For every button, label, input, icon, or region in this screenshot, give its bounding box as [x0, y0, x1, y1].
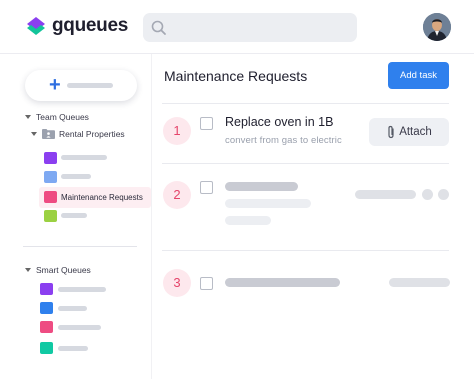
task-checkbox[interactable] — [200, 277, 213, 290]
paperclip-icon — [388, 125, 394, 139]
row-divider — [162, 103, 449, 104]
task-meta-placeholder — [389, 278, 450, 287]
task-number-badge: 3 — [163, 269, 191, 297]
smart-queue-color-swatch[interactable] — [40, 342, 53, 354]
task-meta-dot — [422, 189, 433, 200]
smart-queue-name-placeholder[interactable] — [58, 346, 88, 351]
task-notes-placeholder — [225, 199, 311, 208]
app-header: gqueues — [0, 0, 474, 54]
row-divider — [162, 163, 449, 164]
smart-queue-name-placeholder[interactable] — [58, 306, 87, 311]
user-avatar[interactable] — [423, 13, 451, 41]
smart-queue-name-placeholder[interactable] — [58, 287, 106, 292]
queue-color-swatch[interactable] — [44, 152, 57, 164]
rental-properties-label: Rental Properties — [59, 129, 125, 139]
task-checkbox[interactable] — [200, 117, 213, 130]
task-meta-placeholder — [355, 190, 416, 199]
task-number-badge: 2 — [163, 181, 191, 209]
task-meta-dot — [438, 189, 449, 200]
queue-name-placeholder[interactable] — [61, 174, 91, 179]
smart-queue-color-swatch[interactable] — [40, 283, 53, 295]
task-title[interactable]: Replace oven in 1B — [225, 115, 333, 129]
queue-color-swatch — [44, 191, 57, 203]
chevron-down-icon — [25, 115, 31, 119]
task-title-placeholder[interactable] — [225, 278, 340, 287]
page-title: Maintenance Requests — [164, 68, 308, 84]
task-title-placeholder[interactable] — [225, 182, 298, 191]
smart-queue-color-swatch[interactable] — [40, 302, 53, 314]
sidebar-divider — [23, 246, 137, 247]
chevron-down-icon — [31, 132, 37, 136]
team-queues-header[interactable]: Team Queues — [25, 112, 89, 122]
queue-color-swatch[interactable] — [44, 171, 57, 183]
gqueues-logo-icon — [27, 17, 45, 35]
smart-queues-label: Smart Queues — [36, 265, 91, 275]
plus-icon: + — [49, 74, 61, 96]
task-checkbox[interactable] — [200, 181, 213, 194]
sidebar-separator — [151, 54, 152, 379]
smart-queue-name-placeholder[interactable] — [58, 325, 101, 330]
attach-button[interactable]: Attach — [369, 118, 449, 146]
sidebar-item-label: Maintenance Requests — [61, 193, 143, 202]
rental-properties-folder[interactable]: Rental Properties — [31, 129, 125, 139]
app-name: gqueues — [52, 15, 129, 36]
task-notes-placeholder — [225, 216, 271, 225]
new-queue-button[interactable]: + — [25, 70, 137, 101]
chevron-down-icon — [25, 268, 31, 272]
folder-people-icon — [42, 129, 55, 139]
task-notes: convert from gas to electric — [225, 135, 342, 146]
team-queues-label: Team Queues — [36, 112, 89, 122]
task-number-badge: 1 — [163, 117, 191, 145]
app-logo[interactable]: gqueues — [25, 15, 128, 37]
avatar-image — [423, 13, 451, 41]
add-task-button[interactable]: Add task — [388, 62, 449, 89]
new-button-label-placeholder — [67, 83, 113, 88]
smart-queues-header[interactable]: Smart Queues — [25, 265, 91, 275]
search-icon — [151, 20, 166, 35]
queue-name-placeholder[interactable] — [61, 213, 87, 218]
attach-label: Attach — [399, 126, 432, 138]
row-divider — [162, 250, 449, 251]
search-input[interactable] — [143, 13, 357, 42]
queue-color-swatch[interactable] — [44, 210, 57, 222]
queue-name-placeholder[interactable] — [61, 155, 107, 160]
smart-queue-color-swatch[interactable] — [40, 321, 53, 333]
